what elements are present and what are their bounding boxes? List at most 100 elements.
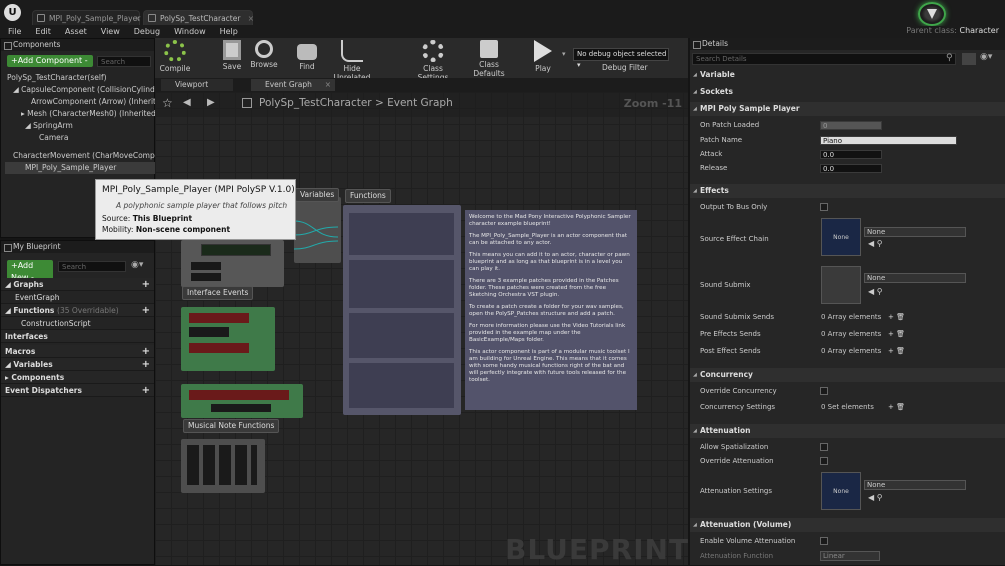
attenuation-function-dropdown[interactable]: Linear <box>820 551 880 561</box>
allow-spatialization-checkbox[interactable] <box>820 443 828 451</box>
function-node[interactable] <box>349 313 454 358</box>
components-tab[interactable]: Components <box>1 39 154 51</box>
visibility-eye-icon[interactable]: ◉▾ <box>980 52 992 62</box>
class-defaults-button[interactable]: Class Defaults <box>463 40 515 78</box>
compile-button[interactable]: Compile <box>155 40 195 73</box>
add-element-icon[interactable]: + 🗑 <box>888 310 905 324</box>
parent-class-value[interactable]: Character <box>960 26 1000 35</box>
section-attenuation[interactable]: Attenuation <box>690 424 1005 438</box>
add-graph-icon[interactable]: + <box>142 278 150 291</box>
tab-polysp-testcharacter[interactable]: PolySp_TestCharacter × <box>143 10 254 26</box>
attenuation-thumbnail[interactable]: None <box>821 472 861 510</box>
section-sockets[interactable]: Sockets <box>690 85 1005 99</box>
patch-name-input[interactable]: Piano <box>820 136 957 145</box>
use-asset-arrow-icon[interactable]: ◀ ⚲ <box>868 239 883 248</box>
add-macro-icon[interactable]: + <box>142 345 150 358</box>
comment-box-variables[interactable] <box>293 197 341 263</box>
eye-icon[interactable]: ◉▾ <box>131 260 143 270</box>
menu-window[interactable]: Window <box>166 26 212 38</box>
welcome-comment[interactable]: Welcome to the Mad Pony Interactive Poly… <box>465 210 637 410</box>
close-icon[interactable]: × <box>248 11 254 26</box>
category-graphs[interactable]: ◢ Graphs + <box>1 278 154 291</box>
use-asset-arrow-icon[interactable]: ◀ ⚲ <box>868 287 883 296</box>
tree-item-capsule[interactable]: ◢ CapsuleComponent (CollisionCylinder) <box>5 84 165 96</box>
tree-item-springarm[interactable]: ◢ SpringArm <box>5 120 155 132</box>
add-element-icon[interactable]: + 🗑 <box>888 344 905 358</box>
menu-edit[interactable]: Edit <box>27 26 57 38</box>
sound-submix-thumbnail[interactable] <box>821 266 861 304</box>
menu-asset[interactable]: Asset <box>57 26 93 38</box>
menu-debug[interactable]: Debug <box>126 26 166 38</box>
tab-event-graph[interactable]: Event Graph × <box>251 79 335 91</box>
browse-button[interactable]: Browse <box>244 40 284 69</box>
graph-node[interactable] <box>191 273 221 281</box>
comment-title-variables[interactable]: Variables <box>295 188 340 202</box>
tree-item-camera[interactable]: Camera <box>5 132 155 144</box>
tree-item-mesh[interactable]: ▸ Mesh (CharacterMesh0) (Inherited) <box>5 108 159 120</box>
menu-view[interactable]: View <box>93 26 126 38</box>
category-functions[interactable]: ◢ Functions (35 Overridable) + <box>1 304 154 317</box>
source-effect-chain-dropdown[interactable]: None <box>864 227 966 237</box>
function-node[interactable] <box>349 213 454 255</box>
tree-item-mpi-poly-sample-player[interactable]: MPI_Poly_Sample_Player <box>5 162 155 174</box>
menu-help[interactable]: Help <box>212 26 244 38</box>
section-attenuation-volume[interactable]: Attenuation (Volume) <box>690 518 1005 532</box>
sound-submix-dropdown[interactable]: None <box>864 273 966 283</box>
attenuation-settings-dropdown[interactable]: None <box>864 480 966 490</box>
comment-box-variables-nodes[interactable] <box>181 240 284 287</box>
close-icon[interactable]: × <box>325 79 331 91</box>
comment-title-musical-note-functions[interactable]: Musical Note Functions <box>183 419 280 433</box>
add-element-icon[interactable]: + 🗑 <box>888 327 905 341</box>
my-blueprint-tab[interactable]: My Blueprint <box>1 241 154 253</box>
item-event-graph[interactable]: EventGraph <box>1 291 154 304</box>
comment-box-events-2[interactable] <box>181 384 303 418</box>
use-asset-arrow-icon[interactable]: ◀ ⚲ <box>868 493 883 502</box>
add-variable-icon[interactable]: + <box>142 358 150 371</box>
close-icon[interactable]: × <box>135 11 141 26</box>
event-node[interactable] <box>189 313 249 323</box>
section-variable[interactable]: Variable <box>690 68 1005 82</box>
enable-volume-attenuation-checkbox[interactable] <box>820 537 828 545</box>
comment-box-musical-note-functions[interactable] <box>181 439 265 493</box>
source-effect-thumbnail[interactable]: None <box>821 218 861 256</box>
tab-mpi-poly-sample-player[interactable]: MPI_Poly_Sample_Player × <box>32 10 141 26</box>
add-element-icon[interactable]: + 🗑 <box>888 400 905 414</box>
event-node[interactable] <box>189 343 249 353</box>
comment-title-functions[interactable]: Functions <box>345 189 391 203</box>
release-input[interactable]: 0.0 <box>820 164 882 173</box>
graph-node[interactable] <box>201 244 271 256</box>
override-concurrency-checkbox[interactable] <box>820 387 828 395</box>
function-node[interactable] <box>349 260 454 308</box>
tree-item-arrow[interactable]: ArrowComponent (Arrow) (Inherited) <box>5 96 168 108</box>
add-dispatcher-icon[interactable]: + <box>142 384 150 397</box>
grid-view-icon[interactable] <box>962 53 976 65</box>
back-arrow-icon[interactable]: ◀ <box>183 97 191 108</box>
details-search-input[interactable]: Search Details <box>692 53 956 65</box>
menu-file[interactable]: File <box>0 26 27 38</box>
tab-viewport[interactable]: Viewport <box>161 79 233 91</box>
category-interfaces[interactable]: Interfaces <box>1 330 154 343</box>
section-concurrency[interactable]: Concurrency <box>690 368 1005 382</box>
class-settings-button[interactable]: Class Settings <box>408 40 458 82</box>
comment-box-interface-events[interactable] <box>181 307 275 371</box>
override-attenuation-checkbox[interactable] <box>820 457 828 465</box>
tree-item-charactermovement[interactable]: CharacterMovement (CharMoveComp) <box>5 150 158 162</box>
details-tab[interactable]: Details <box>690 38 1005 50</box>
source-control-badge-icon[interactable] <box>918 2 946 26</box>
favorite-star-icon[interactable]: ☆ <box>162 96 173 110</box>
blueprint-search-input[interactable]: Search <box>58 261 126 272</box>
play-dropdown-icon[interactable]: ▾ <box>562 50 566 58</box>
play-button[interactable]: Play <box>525 40 561 73</box>
output-bus-only-checkbox[interactable] <box>820 203 828 211</box>
category-macros[interactable]: Macros + <box>1 345 154 358</box>
event-node[interactable] <box>189 327 229 337</box>
event-node[interactable] <box>211 404 271 412</box>
components-search-input[interactable]: Search <box>97 56 151 67</box>
item-construction-script[interactable]: ConstructionScript <box>1 317 154 330</box>
on-patch-loaded-field[interactable]: 0 <box>820 121 882 130</box>
category-event-dispatchers[interactable]: Event Dispatchers + <box>1 384 154 397</box>
note-function-nodes[interactable] <box>187 445 257 485</box>
section-effects[interactable]: Effects <box>690 184 1005 198</box>
graph-node[interactable] <box>191 262 221 270</box>
comment-box-functions[interactable] <box>343 205 461 415</box>
